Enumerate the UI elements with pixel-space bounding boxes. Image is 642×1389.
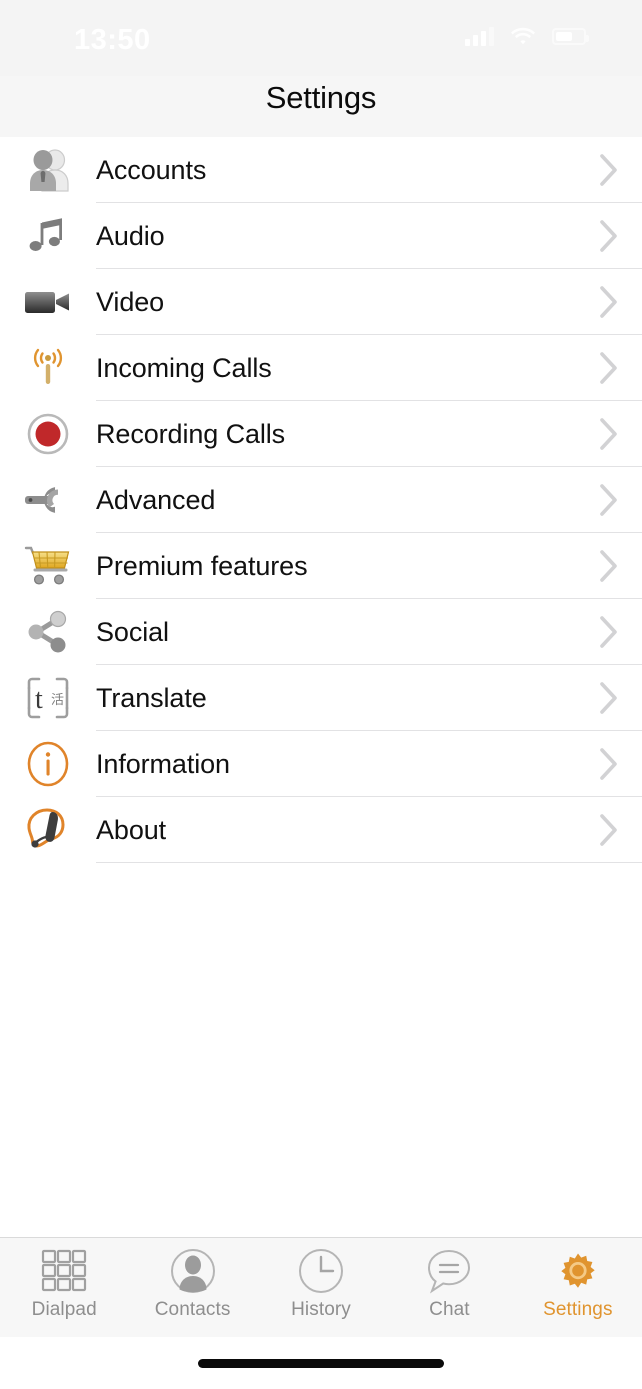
tab-label: Dialpad [31,1299,97,1320]
page-title: Settings [265,80,377,115]
chevron-right-icon [576,681,642,715]
list-item-label: About [96,814,167,845]
list-item-premium-features[interactable]: Premium features [0,533,642,599]
tab-label: Contacts [154,1299,231,1320]
translate-icon: t 活 [0,665,96,731]
chat-bubble-icon [426,1247,472,1295]
chevron-right-icon [576,549,642,583]
list-item-label: Translate [96,682,207,713]
tab-label: Chat [429,1299,470,1320]
tab-settings[interactable]: Settings [514,1247,642,1321]
wifi-icon [510,26,536,46]
video-camera-icon [0,269,96,335]
chevron-right-icon [576,285,642,319]
tab-chat[interactable]: Chat [385,1247,513,1321]
list-item-accounts[interactable]: Accounts [0,137,642,203]
home-indicator-bar[interactable] [198,1358,444,1368]
accounts-icon [0,137,96,203]
chevron-right-icon [576,615,642,649]
settings-list: Accounts Audio Video Incoming Calls Reco… [0,137,642,1237]
list-item-label: Accounts [96,154,207,185]
list-item-incoming-calls[interactable]: Incoming Calls [0,335,642,401]
list-item-about[interactable]: About [0,797,642,863]
tab-label: Settings [543,1299,613,1320]
chevron-right-icon [576,351,642,385]
record-icon [0,401,96,467]
chevron-right-icon [576,153,642,187]
settings-screen: 13:50 Settings Accounts Audio Video Inco… [0,0,642,1389]
tab-bar: Dialpad Contacts History Chat Settings [0,1237,642,1337]
info-circle-icon [0,731,96,797]
list-item-advanced[interactable]: Advanced [0,467,642,533]
shopping-cart-icon [0,533,96,599]
home-indicator-area [0,1337,642,1389]
tab-dialpad[interactable]: Dialpad [0,1247,128,1321]
share-icon [0,599,96,665]
list-item-label: Premium features [96,550,308,581]
chevron-right-icon [576,747,642,781]
cellular-signal-icon [465,26,494,46]
headset-icon [0,797,96,863]
chevron-right-icon [576,813,642,847]
list-item-recording-calls[interactable]: Recording Calls [0,401,642,467]
tab-label: History [291,1299,351,1320]
tab-contacts[interactable]: Contacts [128,1247,256,1321]
list-item-label: Advanced [96,484,216,515]
list-item-label: Video [96,286,165,317]
audio-note-icon [0,203,96,269]
list-item-label: Information [96,748,230,779]
chevron-right-icon [576,219,642,253]
list-item-label: Incoming Calls [96,352,272,383]
wrench-icon [0,467,96,533]
list-item-information[interactable]: Information [0,731,642,797]
list-item-translate[interactable]: t 活 Translate [0,665,642,731]
list-item-label: Recording Calls [96,418,286,449]
list-item-label: Audio [96,220,165,251]
status-bar-time: 13:50 [74,24,151,56]
svg-text:活: 活 [51,693,64,708]
contacts-person-icon [170,1247,216,1295]
nav-bar: Settings [0,76,642,137]
list-item-social[interactable]: Social [0,599,642,665]
list-item-label: Social [96,616,169,647]
clock-icon [298,1247,344,1295]
svg-text:t: t [35,684,43,715]
list-item-video[interactable]: Video [0,269,642,335]
chevron-right-icon [576,417,642,451]
battery-icon [552,27,589,45]
status-bar-icons [465,26,589,46]
tab-history[interactable]: History [257,1247,385,1321]
list-item-audio[interactable]: Audio [0,203,642,269]
status-bar: 13:50 [0,0,642,76]
dialpad-grid-icon [40,1247,88,1295]
antenna-icon [0,335,96,401]
gear-icon [555,1247,601,1295]
chevron-right-icon [576,483,642,517]
